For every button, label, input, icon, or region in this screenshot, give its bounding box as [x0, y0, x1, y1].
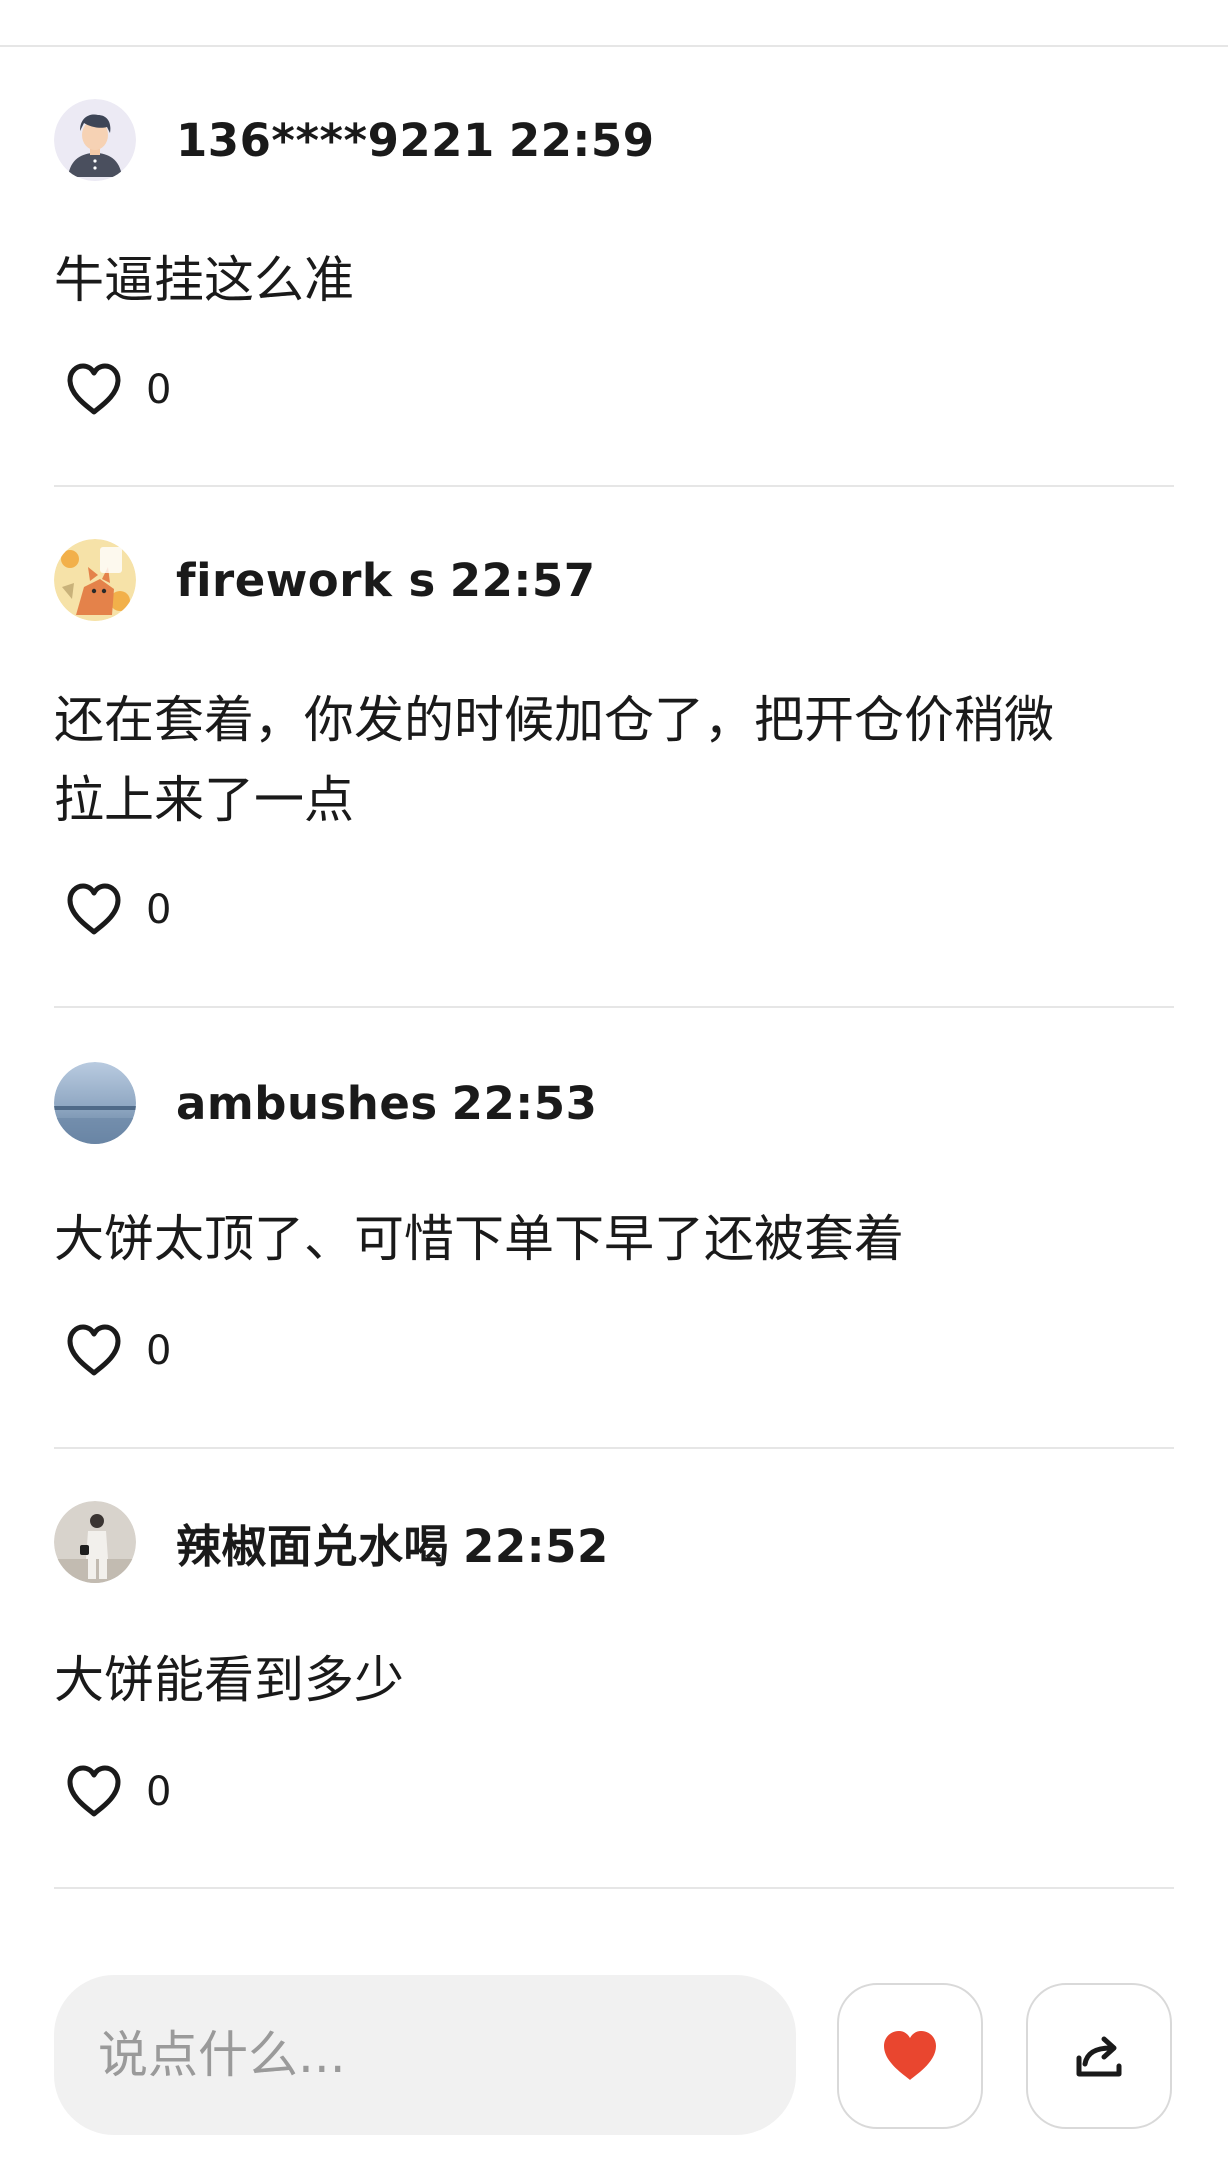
heart-outline-icon[interactable] [62, 878, 126, 942]
comment-divider [54, 485, 1174, 487]
comment-input-bar[interactable] [54, 1975, 796, 2135]
comment-text-line: 大饼能看到多少 [54, 1651, 404, 1709]
heart-outline-icon[interactable] [62, 1760, 126, 1824]
comment-meta: 辣椒面兑水喝 22:52 [176, 1510, 609, 1575]
comment-time: 22:52 [463, 1519, 609, 1573]
comment-text: 还在套着，你发的时候加仓了，把开仓价稍微 拉上来了一点 [54, 680, 1174, 840]
like-count: 0 [146, 887, 172, 933]
comment-username[interactable]: ambushes [176, 1077, 438, 1130]
like-row: 0 [62, 1319, 171, 1383]
heart-outline-icon[interactable] [62, 1319, 126, 1383]
comment-header: ambushes 22:53 [54, 1061, 597, 1145]
like-row: 0 [62, 878, 171, 942]
like-count: 0 [146, 1328, 172, 1374]
like-row: 0 [62, 358, 171, 422]
comment-divider [54, 1006, 1174, 1008]
comment-text-line: 牛逼挂这么准 [54, 251, 354, 309]
share-icon [1076, 2036, 1122, 2077]
comment-header: 136****9221 22:59 [54, 98, 655, 182]
heart-icon [884, 2031, 936, 2080]
comment-divider [54, 1887, 1174, 1889]
comment-username[interactable]: firework s [176, 554, 436, 607]
comment-time: 22:59 [508, 113, 655, 167]
comment-divider [54, 1447, 1174, 1449]
top-divider [0, 45, 1228, 47]
comment-text: 牛逼挂这么准 [54, 240, 1174, 320]
comment-text-line: 拉上来了一点 [54, 771, 354, 829]
comment-meta: firework s 22:57 [176, 554, 596, 607]
comment-header: 辣椒面兑水喝 22:52 [54, 1500, 609, 1584]
comment-text-line: 大饼太顶了、可惜下单下早了还被套着 [54, 1210, 904, 1268]
comment-page: 136****9221 22:59 牛逼挂这么准 0 firework s 22… [0, 0, 1228, 2164]
avatar[interactable] [54, 1501, 136, 1583]
comment-time: 22:53 [451, 1076, 598, 1130]
comment-username[interactable]: 136****9221 [176, 114, 495, 167]
comment-input[interactable] [96, 2025, 796, 2085]
avatar[interactable] [54, 99, 136, 181]
share-button[interactable] [1026, 1983, 1172, 2129]
like-count: 0 [146, 1769, 172, 1815]
like-count: 0 [146, 367, 172, 413]
comment-username[interactable]: 辣椒面兑水喝 [176, 1520, 449, 1573]
avatar[interactable] [54, 539, 136, 621]
comment-meta: ambushes 22:53 [176, 1077, 597, 1130]
heart-outline-icon[interactable] [62, 358, 126, 422]
like-row: 0 [62, 1760, 171, 1824]
avatar[interactable] [54, 1062, 136, 1144]
comment-meta: 136****9221 22:59 [176, 114, 655, 167]
comment-text: 大饼能看到多少 [54, 1640, 1174, 1720]
comment-text: 大饼太顶了、可惜下单下早了还被套着 [54, 1199, 1174, 1279]
comment-header: firework s 22:57 [54, 538, 596, 622]
like-button[interactable] [837, 1983, 983, 2129]
comment-text-line: 还在套着，你发的时候加仓了，把开仓价稍微 [54, 691, 1054, 749]
comment-time: 22:57 [449, 553, 596, 607]
